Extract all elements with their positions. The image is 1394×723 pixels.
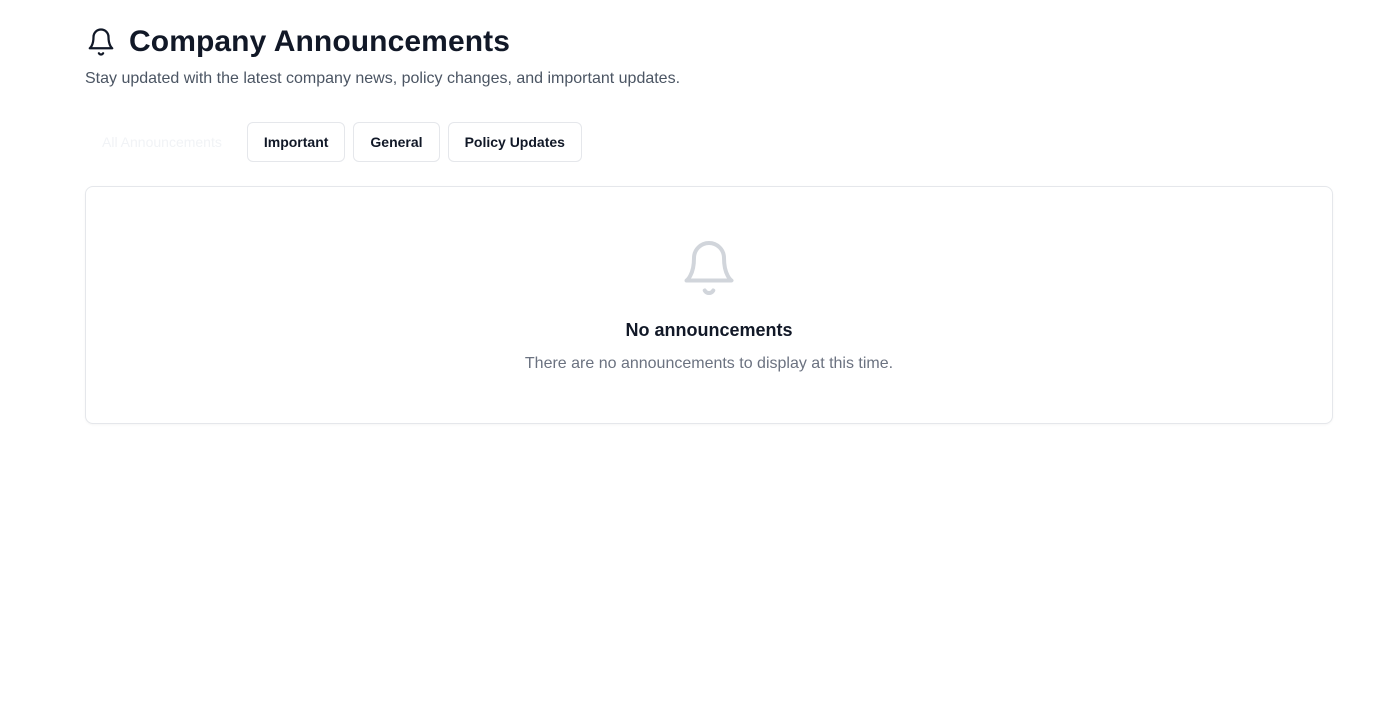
announcements-empty-card: No announcements There are no announceme… [85, 186, 1333, 424]
page-title: Company Announcements [129, 25, 511, 58]
empty-state-description: There are no announcements to display at… [524, 355, 894, 372]
bell-icon [679, 237, 739, 299]
tab-important[interactable]: Important [246, 122, 346, 162]
title-row: Company Announcements [85, 22, 680, 62]
page-header: Company Announcements Stay updated with … [85, 22, 680, 88]
tab-all-announcements[interactable]: All Announcements [85, 122, 239, 162]
tab-policy-updates[interactable]: Policy Updates [447, 122, 582, 162]
filter-tabs: All Announcements Important General Poli… [85, 122, 590, 162]
bell-icon [85, 26, 117, 58]
page-subtitle: Stay updated with the latest company new… [85, 70, 681, 87]
empty-state-title: No announcements [625, 320, 793, 340]
tab-general[interactable]: General [353, 122, 440, 162]
announcements-page: Company Announcements Stay updated with … [0, 0, 1394, 723]
